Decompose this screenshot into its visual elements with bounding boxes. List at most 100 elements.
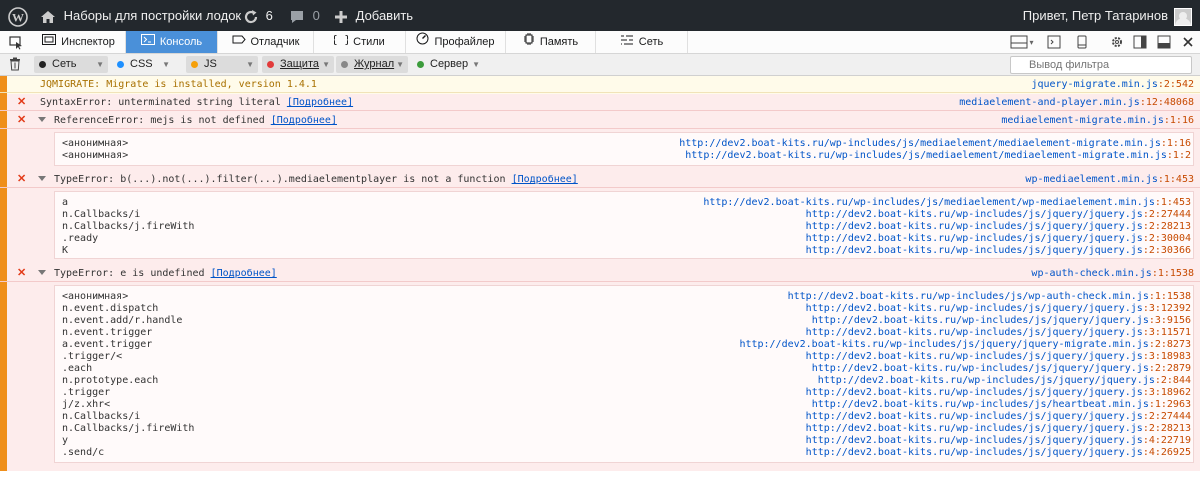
filter-logging-button[interactable]: Журнал ▼ — [336, 56, 408, 73]
chevron-down-icon: ▼ — [96, 60, 104, 69]
message-body: TypeError: e is undefined — [54, 268, 205, 279]
frame-source-link[interactable]: http://dev2.boat-kits.ru/wp-includes/js/… — [806, 435, 1191, 447]
frame-position: :3:12392 — [1142, 303, 1191, 314]
tab-label: Память — [539, 36, 579, 48]
frame-url: http://dev2.boat-kits.ru/wp-includes/js/… — [703, 197, 1155, 208]
filter-server-button[interactable]: Сервер ▼ — [412, 56, 484, 73]
learn-more-link[interactable]: [Подробнее] — [512, 174, 578, 185]
stack-trace: <анонимная> http://dev2.boat-kits.ru/wp-i… — [54, 132, 1194, 166]
stack-frame: y http://dev2.boat-kits.ru/wp-includes/js… — [55, 435, 1193, 447]
site-name: Наборы для постройки лодок — [63, 8, 242, 23]
frame-url: http://dev2.boat-kits.ru/wp-includes/js/… — [685, 150, 1167, 161]
frame-source-link[interactable]: http://dev2.boat-kits.ru/wp-includes/js/… — [806, 351, 1191, 363]
frame-source-link[interactable]: http://dev2.boat-kits.ru/wp-includes/js/… — [812, 363, 1191, 375]
filter-output-input[interactable] — [1010, 56, 1192, 74]
message-header: JQMIGRATE: Migrate is installed, version… — [0, 76, 1200, 93]
filter-network-button[interactable]: Сеть ▼ — [34, 56, 108, 73]
source-location-link[interactable]: mediaelement-migrate.min.js:1:16 — [1001, 115, 1194, 126]
frame-function: <анонимная> — [62, 291, 129, 302]
filter-js-button[interactable]: JS ▼ — [186, 56, 258, 73]
frame-position: :2:2879 — [1148, 363, 1191, 374]
learn-more-link[interactable]: [Подробнее] — [211, 268, 277, 279]
stack-frame: .send/c http://dev2.boat-kits.ru/wp-inclu… — [55, 447, 1193, 459]
my-account-link[interactable]: Привет, Петр Татаринов — [1023, 0, 1192, 31]
frame-source-link[interactable]: http://dev2.boat-kits.ru/wp-includes/js/… — [812, 399, 1191, 411]
frame-source-link[interactable]: http://dev2.boat-kits.ru/wp-includes/js/… — [806, 233, 1191, 245]
expand-twisty-icon[interactable] — [38, 117, 46, 122]
source-location-link[interactable]: jquery-migrate.min.js:2:542 — [1031, 79, 1194, 90]
frame-function: n.Callbacks/i — [62, 209, 141, 220]
frame-source-link[interactable]: http://dev2.boat-kits.ru/wp-includes/js/… — [806, 245, 1191, 257]
add-new-label: Добавить — [355, 8, 414, 23]
devtools-toolbar: Инспектор Консоль Отладчик { } Стили Профайле… — [0, 31, 1200, 54]
stack-frame: <анонимная> http://dev2.boat-kits.ru/wp-i… — [55, 150, 1193, 162]
frame-url: http://dev2.boat-kits.ru/wp-includes/js/… — [805, 221, 1143, 232]
filter-security-button[interactable]: Защита ▼ — [262, 56, 334, 73]
element-picker-icon[interactable] — [6, 34, 26, 51]
error-icon: ✕ — [17, 114, 27, 126]
frame-source-link[interactable]: http://dev2.boat-kits.ru/wp-includes/js/… — [806, 387, 1191, 399]
tab-network[interactable]: Сеть — [596, 31, 688, 53]
wordpress-logo-icon[interactable]: W — [8, 0, 28, 31]
add-new-link[interactable]: Добавить — [334, 0, 413, 31]
frame-source-link[interactable]: http://dev2.boat-kits.ru/wp-includes/js/… — [685, 150, 1191, 162]
frame-source-link[interactable]: http://dev2.boat-kits.ru/wp-includes/js/… — [788, 291, 1191, 303]
dock-icon[interactable]: ▾ — [1010, 31, 1034, 53]
close-icon[interactable] — [1176, 31, 1200, 53]
source-location-link[interactable]: wp-auth-check.min.js:1:1538 — [1031, 268, 1194, 279]
frame-function: .ready — [62, 233, 99, 244]
frame-function: .each — [62, 363, 93, 374]
comments-link[interactable]: 0 — [289, 0, 320, 31]
console-error-message[interactable]: ✕ ReferenceError: mejs is not defined [По… — [0, 112, 1200, 174]
learn-more-link[interactable]: [Подробнее] — [271, 115, 337, 126]
filter-dot-icon — [417, 61, 424, 68]
tab-memory[interactable]: Память — [506, 31, 596, 53]
split-console-icon[interactable] — [1042, 31, 1066, 53]
filter-dot-icon — [341, 61, 348, 68]
dock-bottom-icon[interactable] — [1152, 31, 1176, 53]
source-location-link[interactable]: mediaelement-and-player.min.js:12:48068 — [959, 97, 1194, 108]
source-location-link[interactable]: wp-mediaelement.min.js:1:453 — [1025, 174, 1194, 185]
filter-css-button[interactable]: CSS ▼ — [112, 56, 174, 73]
frame-source-link[interactable]: http://dev2.boat-kits.ru/wp-includes/js/… — [703, 197, 1191, 209]
error-icon: ✕ — [17, 173, 27, 185]
tab-debugger[interactable]: Отладчик — [218, 31, 314, 53]
console-error-message[interactable]: ✕ SyntaxError: unterminated string litera… — [0, 94, 1200, 112]
frame-source-link[interactable]: http://dev2.boat-kits.ru/wp-includes/js/… — [806, 327, 1191, 339]
frame-source-link[interactable]: http://dev2.boat-kits.ru/wp-includes/js/… — [739, 339, 1191, 351]
tab-styles[interactable]: { } Стили — [314, 31, 406, 53]
message-header: ✕ ReferenceError: mejs is not defined [По… — [0, 112, 1200, 129]
frame-source-link[interactable]: http://dev2.boat-kits.ru/wp-includes/js/… — [806, 447, 1191, 459]
frame-source-link[interactable]: http://dev2.boat-kits.ru/wp-includes/js/… — [812, 315, 1191, 327]
console-warning-message[interactable]: JQMIGRATE: Migrate is installed, version… — [0, 76, 1200, 94]
frame-position: :2:30366 — [1142, 245, 1191, 256]
frame-source-link[interactable]: http://dev2.boat-kits.ru/wp-includes/js/… — [806, 303, 1191, 315]
frame-function: K — [62, 245, 69, 256]
dock-side-icon[interactable] — [1128, 31, 1152, 53]
updates-link[interactable]: 6 — [243, 0, 273, 31]
clear-console-trash-icon[interactable] — [9, 57, 21, 74]
message-text: ReferenceError: mejs is not defined [Под… — [54, 115, 337, 126]
settings-gear-icon[interactable] — [1105, 31, 1129, 53]
frame-source-link[interactable]: http://dev2.boat-kits.ru/wp-includes/js/… — [818, 375, 1191, 387]
expand-twisty-icon[interactable] — [38, 270, 46, 275]
tab-console[interactable]: Консоль — [126, 31, 218, 53]
tab-inspector[interactable]: Инспектор — [32, 31, 126, 53]
site-name-link[interactable]: Наборы для постройки лодок — [40, 0, 241, 31]
console-error-message[interactable]: ✕ TypeError: e is undefined [Подробнее] wp… — [0, 265, 1200, 471]
frame-function: <анонимная> — [62, 150, 129, 161]
responsive-mode-icon[interactable] — [1070, 31, 1094, 53]
console-error-message[interactable]: ✕ TypeError: b(...).not(...).filter(...).… — [0, 171, 1200, 267]
frame-position: :3:18983 — [1142, 351, 1191, 362]
frame-source-link[interactable]: http://dev2.boat-kits.ru/wp-includes/js/… — [679, 138, 1191, 150]
tab-label: Консоль — [159, 36, 203, 48]
frame-source-link[interactable]: http://dev2.boat-kits.ru/wp-includes/js/… — [806, 209, 1191, 221]
frame-source-link[interactable]: http://dev2.boat-kits.ru/wp-includes/js/… — [806, 423, 1191, 435]
learn-more-link[interactable]: [Подробнее] — [287, 97, 353, 108]
tab-profiler[interactable]: Профайлер — [406, 31, 506, 53]
frame-source-link[interactable]: http://dev2.boat-kits.ru/wp-includes/js/… — [806, 221, 1191, 233]
frame-position: :1:2 — [1166, 150, 1191, 161]
expand-twisty-icon[interactable] — [38, 176, 46, 181]
frame-source-link[interactable]: http://dev2.boat-kits.ru/wp-includes/js/… — [806, 411, 1191, 423]
frame-url: http://dev2.boat-kits.ru/wp-includes/js/… — [739, 339, 1149, 350]
